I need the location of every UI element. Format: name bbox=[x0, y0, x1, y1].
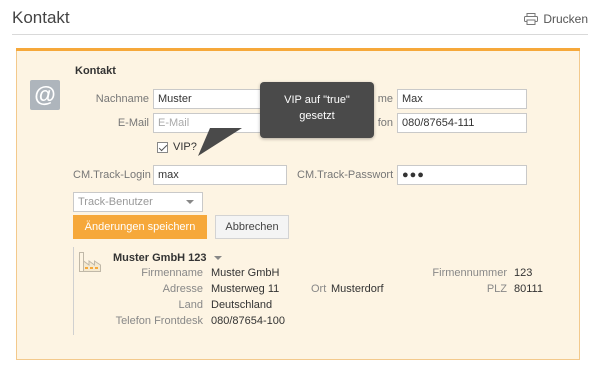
firmennummer-label: Firmennummer bbox=[432, 267, 507, 279]
title-divider bbox=[12, 34, 588, 35]
telefon-frontdesk-label: Telefon Frontdesk bbox=[115, 315, 203, 327]
telefon-input[interactable]: 080/87654-111 bbox=[397, 113, 527, 133]
company-name: Muster GmbH 123 bbox=[113, 252, 207, 264]
company-divider bbox=[73, 247, 74, 335]
ort-label: Ort bbox=[311, 283, 327, 295]
firmennummer-value: 123 bbox=[514, 267, 533, 279]
firmenname-value: Muster GmbH bbox=[211, 267, 280, 279]
section-title: Kontakt bbox=[75, 65, 116, 77]
print-label: Drucken bbox=[543, 12, 588, 26]
track-role-selected: Track-Benutzer bbox=[78, 196, 153, 208]
vip-checkbox[interactable] bbox=[157, 141, 168, 153]
vip-label: VIP? bbox=[173, 141, 197, 153]
telefon-frontdesk-value: 080/87654-100 bbox=[211, 315, 286, 327]
ort-value: Musterdorf bbox=[331, 283, 384, 295]
track-login-label: CM.Track-Login bbox=[73, 169, 151, 181]
vip-tooltip: VIP auf "true" gesetzt bbox=[260, 82, 374, 138]
adresse-label: Adresse bbox=[162, 283, 203, 295]
email-label: E-Mail bbox=[117, 117, 149, 129]
panel-accent-bar bbox=[16, 48, 580, 51]
plz-value: 80111 bbox=[514, 283, 543, 295]
vip-checkbox-row[interactable]: VIP? bbox=[157, 141, 197, 153]
track-role-select[interactable]: Track-Benutzer bbox=[73, 192, 203, 212]
printer-icon bbox=[524, 13, 539, 25]
plz-label: PLZ bbox=[486, 283, 507, 295]
chevron-down-icon bbox=[213, 256, 222, 260]
track-password-input[interactable]: ●●● bbox=[397, 165, 527, 185]
tooltip-line-2: gesetzt bbox=[299, 110, 335, 122]
chevron-down-icon bbox=[186, 200, 194, 204]
cancel-button[interactable]: Abbrechen bbox=[215, 215, 289, 239]
save-changes-button[interactable]: Änderungen speichern bbox=[73, 215, 207, 239]
nachname-label: Nachname bbox=[95, 93, 149, 105]
at-sign-icon: @ bbox=[30, 80, 60, 110]
company-selector[interactable]: Muster GmbH 123 bbox=[113, 252, 222, 264]
adresse-value: Musterweg 11 bbox=[211, 283, 280, 295]
land-value: Deutschland bbox=[211, 299, 273, 311]
track-password-label: CM.Track-Passwort bbox=[297, 169, 394, 181]
land-label: Land bbox=[178, 299, 203, 311]
tooltip-line-1: VIP auf "true" bbox=[284, 94, 350, 106]
vorname-input[interactable]: Max bbox=[397, 89, 527, 109]
page-title: Kontakt bbox=[12, 8, 70, 27]
firmenname-label: Firmenname bbox=[141, 267, 203, 279]
print-button[interactable]: Drucken bbox=[524, 12, 588, 26]
track-login-input[interactable]: max bbox=[153, 165, 287, 185]
